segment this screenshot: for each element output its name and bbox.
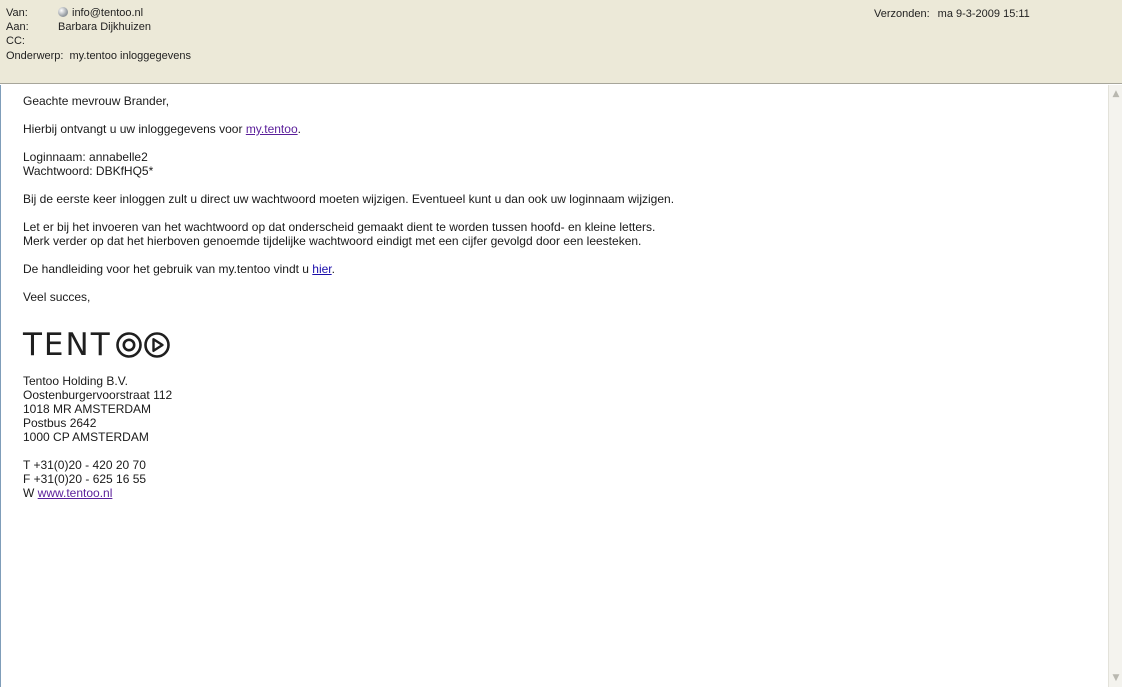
manual-link[interactable]: hier bbox=[312, 262, 331, 276]
signature-address: Tentoo Holding B.V. Oostenburgervoorstra… bbox=[23, 374, 1083, 444]
subject-value: my.tentoo inloggegevens bbox=[69, 50, 191, 62]
sent-label: Verzonden: bbox=[874, 8, 930, 20]
phone: T +31(0)20 - 420 20 70 bbox=[23, 458, 146, 472]
cc-label: CC: bbox=[6, 35, 25, 47]
web-prefix: W bbox=[23, 486, 38, 500]
chevron-down-icon[interactable]: ▼ bbox=[1110, 671, 1122, 685]
credentials: Loginnaam: annabelle2 Wachtwoord: DBKfHQ5… bbox=[23, 150, 1083, 178]
to-row: Aan: Barbara Dijkhuizen bbox=[6, 20, 151, 34]
tentoo-logo: TENT bbox=[23, 327, 1083, 363]
website-link[interactable]: www.tentoo.nl bbox=[38, 486, 113, 500]
message-body[interactable]: Geachte mevrouw Brander, Hierbij ontvang… bbox=[0, 85, 1108, 687]
greeting: Geachte mevrouw Brander, bbox=[23, 94, 170, 108]
to-value[interactable]: Barbara Dijkhuizen bbox=[58, 20, 151, 34]
city-line-2: 1000 CP AMSTERDAM bbox=[23, 430, 149, 444]
from-label: Van: bbox=[6, 7, 28, 19]
manual-end: . bbox=[331, 262, 335, 276]
intro-end: . bbox=[297, 122, 301, 136]
cc-row: CC: bbox=[6, 34, 58, 48]
password-line: Wachtwoord: DBKfHQ5* bbox=[23, 164, 154, 178]
chevron-up-icon[interactable]: ▲ bbox=[1110, 87, 1122, 101]
notes-paragraph: Let er bij het invoeren van het wachtwoo… bbox=[23, 220, 1083, 248]
message-header: Van: info@tentoo.nl Aan: Barbara Dijkhuize… bbox=[0, 0, 1122, 84]
closing: Veel succes, bbox=[23, 290, 91, 304]
subject-label: Onderwerp: bbox=[6, 50, 64, 62]
signature-contact: T +31(0)20 - 420 20 70 F +31(0)20 - 625 … bbox=[23, 458, 1083, 500]
po-box: Postbus 2642 bbox=[23, 416, 97, 430]
subject-row: Onderwerp: my.tentoo inloggegevens bbox=[6, 49, 191, 63]
to-label: Aan: bbox=[6, 21, 29, 33]
from-address[interactable]: info@tentoo.nl bbox=[72, 7, 143, 19]
company-name: Tentoo Holding B.V. bbox=[23, 374, 128, 388]
case-note: Let er bij het invoeren van het wachtwoo… bbox=[23, 220, 656, 234]
login-line: Loginnaam: annabelle2 bbox=[23, 150, 148, 164]
from-value[interactable]: info@tentoo.nl bbox=[58, 6, 143, 20]
password-note: Merk verder op dat het hierboven genoemd… bbox=[23, 234, 642, 248]
manual-paragraph: De handleiding voor het gebruik van my.t… bbox=[23, 262, 1083, 276]
my-tentoo-link[interactable]: my.tentoo bbox=[246, 122, 298, 136]
intro-text: Hierbij ontvangt u uw inloggegevens voor bbox=[23, 122, 246, 136]
first-login-paragraph: Bij de eerste keer inloggen zult u direc… bbox=[23, 192, 675, 206]
fax: F +31(0)20 - 625 16 55 bbox=[23, 472, 147, 486]
logo-oo-icon bbox=[115, 331, 172, 359]
contact-dot-icon bbox=[58, 7, 68, 17]
from-row: Van: info@tentoo.nl bbox=[6, 6, 143, 20]
vertical-scrollbar[interactable]: ▲ ▼ bbox=[1108, 85, 1122, 687]
sent-row: Verzonden: ma 9-3-2009 15:11 bbox=[874, 8, 1030, 20]
logo-text: TENT bbox=[23, 327, 112, 363]
message-content: Geachte mevrouw Brander, Hierbij ontvang… bbox=[23, 94, 1083, 514]
intro-paragraph: Hierbij ontvangt u uw inloggegevens voor… bbox=[23, 122, 1083, 136]
city-line-1: 1018 MR AMSTERDAM bbox=[23, 402, 152, 416]
sent-value: ma 9-3-2009 15:11 bbox=[937, 8, 1030, 20]
street: Oostenburgervoorstraat 112 bbox=[23, 388, 173, 402]
logo-circles-svg bbox=[115, 332, 170, 358]
manual-text: De handleiding voor het gebruik van my.t… bbox=[23, 262, 313, 276]
